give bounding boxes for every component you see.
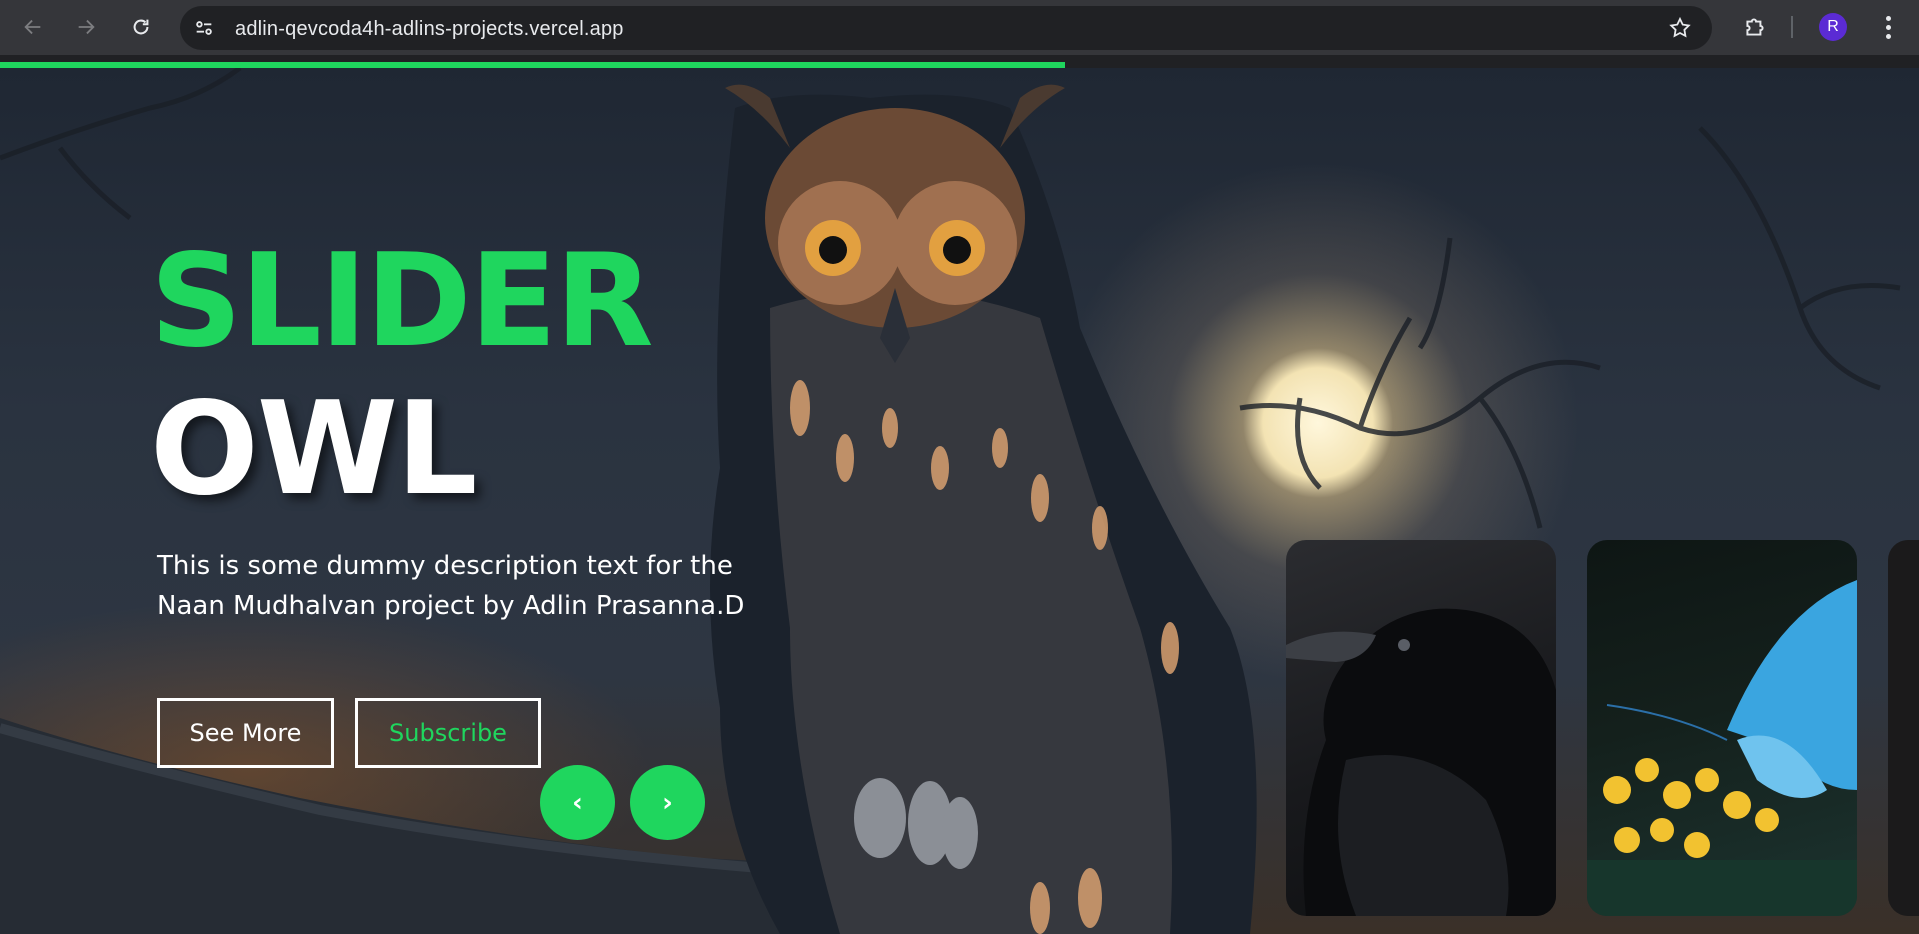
butterfly-image: [1587, 580, 1857, 916]
toolbar-divider: [1791, 16, 1793, 38]
profile-avatar[interactable]: R: [1819, 13, 1847, 41]
address-bar[interactable]: adlin-qevcoda4h-adlins-projects.vercel.a…: [180, 6, 1712, 50]
browser-toolbar: adlin-qevcoda4h-adlins-projects.vercel.a…: [0, 0, 1919, 55]
chevron-right-icon: ›: [662, 787, 673, 818]
forward-arrow-icon[interactable]: [70, 11, 102, 43]
subscribe-button[interactable]: Subscribe: [355, 698, 541, 768]
chevron-left-icon: ‹: [572, 787, 583, 818]
hero-title-line-1: SLIDER: [150, 227, 654, 376]
bookmark-star-icon[interactable]: [1668, 16, 1692, 40]
thumbnail-crow[interactable]: [1286, 540, 1556, 916]
see-more-button[interactable]: See More: [157, 698, 334, 768]
crow-image: [1286, 608, 1556, 916]
prev-slide-button[interactable]: ‹: [540, 765, 615, 840]
hero-title-line-2: OWL: [150, 375, 478, 524]
hero-description: This is some dummy description text for …: [157, 551, 745, 621]
next-slide-button[interactable]: ›: [630, 765, 705, 840]
thumbnail-butterfly[interactable]: [1587, 540, 1857, 916]
site-settings-icon[interactable]: [192, 16, 216, 40]
back-arrow-icon[interactable]: [17, 11, 49, 43]
hero-slider: SLIDER OWL This is some dummy descriptio…: [0, 68, 1919, 934]
kebab-menu-icon[interactable]: [1876, 12, 1900, 42]
extensions-puzzle-icon[interactable]: [1740, 12, 1770, 42]
url-text[interactable]: adlin-qevcoda4h-adlins-projects.vercel.a…: [235, 18, 624, 41]
thumbnail-partial[interactable]: [1888, 540, 1919, 916]
reload-icon[interactable]: [125, 11, 157, 43]
